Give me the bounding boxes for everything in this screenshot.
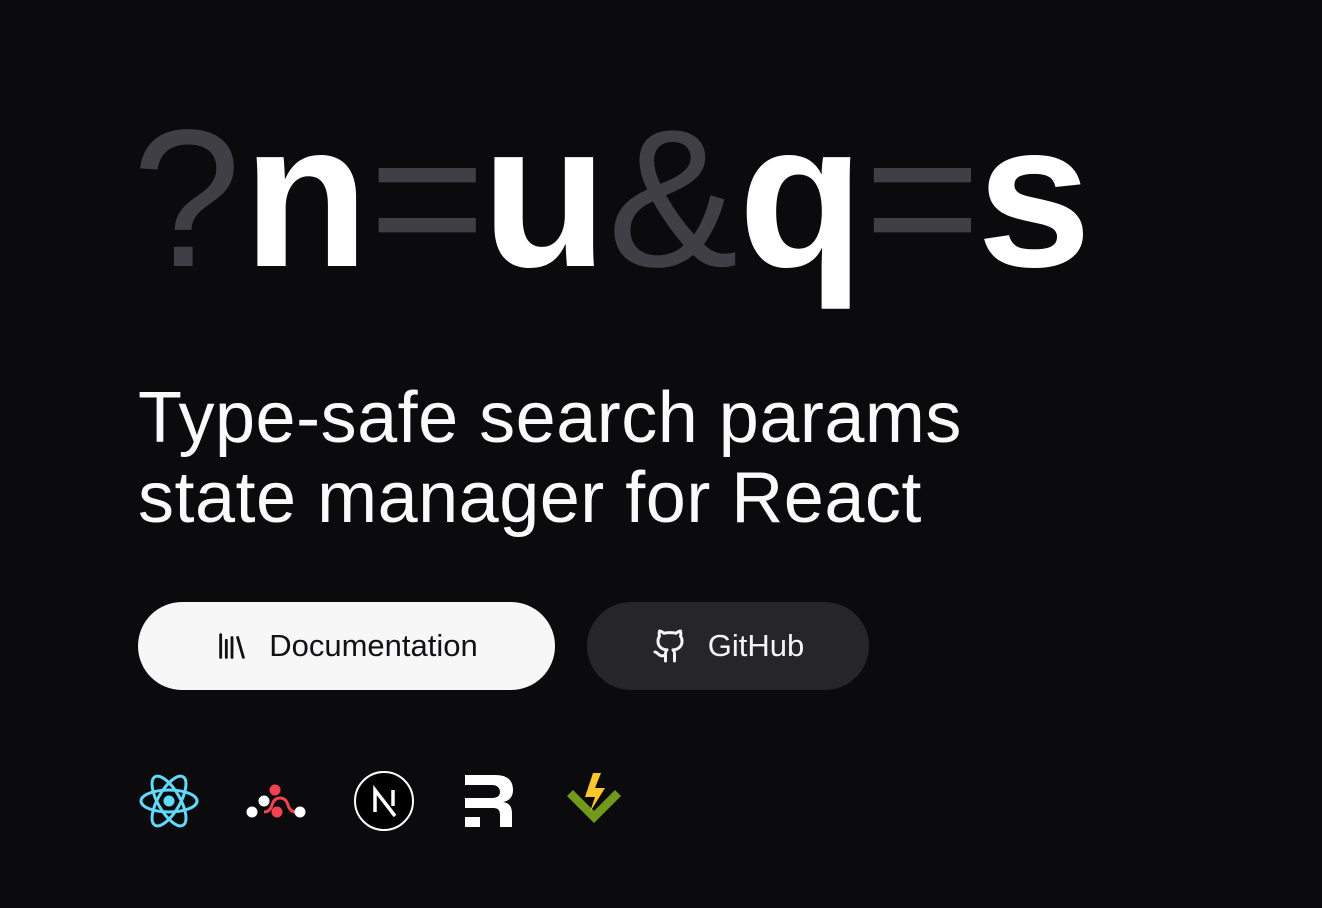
tagline-line-2: state manager for React [138,458,922,538]
library-icon [215,629,249,663]
documentation-button[interactable]: Documentation [138,602,555,690]
nuqs-logo: ? n = u & q = s [132,92,1091,332]
logo-letter-s: s [976,80,1092,310]
logo-letter-u: u [481,80,608,310]
landing-hero: ? n = u & q = s Type-safe search params … [0,0,1322,908]
logo-letter-n: n [243,80,369,310]
nextjs-icon[interactable] [353,770,415,832]
logo-equals-2: = [864,86,981,309]
logo-equals-1: = [368,86,486,309]
vitest-icon[interactable] [563,770,625,832]
tagline: Type-safe search params state manager fo… [138,378,962,538]
tagline-line-1: Type-safe search params [138,378,962,458]
github-icon [652,628,688,664]
documentation-label: Documentation [269,628,478,663]
github-label: GitHub [707,628,805,663]
logo-ampersand: & [607,89,739,308]
github-button[interactable]: GitHub [587,602,869,690]
logo-letter-q: q [738,80,865,310]
remix-icon[interactable] [458,770,520,832]
logo-question-mark: ? [132,89,242,308]
react-router-icon[interactable] [244,770,306,832]
react-icon[interactable] [138,770,200,832]
